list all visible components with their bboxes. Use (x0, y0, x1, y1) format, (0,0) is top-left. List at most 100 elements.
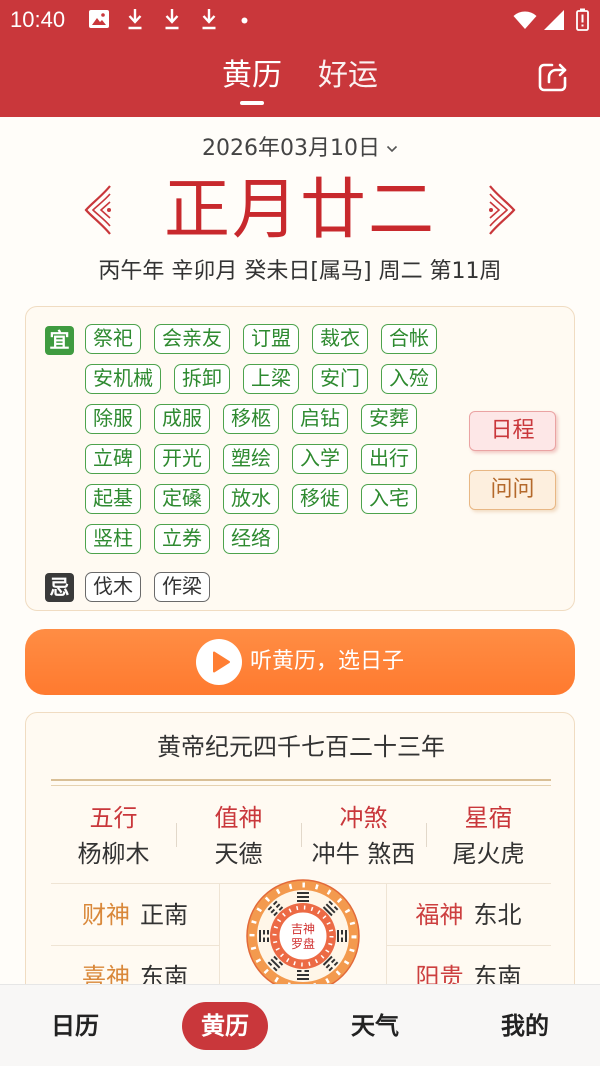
battery-icon (576, 8, 589, 31)
yi-item[interactable]: 定磉 (154, 484, 210, 514)
tab-fortune[interactable]: 好运 (318, 56, 378, 104)
listen-almanac-button[interactable]: 听黄历，选日子 (25, 629, 575, 695)
yi-item[interactable]: 立碑 (85, 444, 141, 474)
attr-value: 杨柳木 (77, 840, 150, 868)
yi-item[interactable]: 出行 (361, 444, 417, 474)
download-icon (165, 9, 179, 30)
listen-almanac-label: 听黄历，选日子 (249, 649, 404, 674)
yi-row: 除服 成服 移柩 启钻 安葬 (85, 404, 437, 434)
yi-item[interactable]: 立券 (154, 524, 210, 554)
yi-row: 起基 定磉 放水 移徙 入宅 (85, 484, 437, 514)
play-icon (195, 639, 242, 685)
compass-title-line1: 吉神 (291, 922, 315, 936)
dot-icon (241, 17, 248, 24)
yi-row: 立碑 开光 塑绘 入学 出行 (85, 444, 437, 474)
god-wealth[interactable]: 财神 正南 (51, 884, 219, 945)
nav-calendar[interactable]: 日历 (0, 985, 150, 1066)
yi-ji-card: 宜 祭祀 会亲友 订盟 裁衣 合帐 安机械 拆卸 上梁 安门 入殓 除服 成服 … (25, 306, 575, 611)
schedule-button[interactable]: 日程 (469, 411, 556, 451)
active-tab-indicator (240, 101, 264, 105)
image-icon (89, 10, 109, 28)
god-direction: 正南 (140, 900, 188, 929)
yi-item[interactable]: 拆卸 (174, 364, 230, 394)
yi-item[interactable]: 启钻 (292, 404, 348, 434)
app-header: 10:40 黄历 好运 (0, 0, 600, 117)
yi-item[interactable]: 入殓 (381, 364, 437, 394)
yi-row: 安机械 拆卸 上梁 安门 入殓 (85, 364, 437, 394)
ji-list: 伐木 作梁 (85, 572, 210, 602)
yi-item[interactable]: 除服 (85, 404, 141, 434)
nav-weather-label: 天气 (351, 1011, 399, 1040)
yi-item[interactable]: 放水 (223, 484, 279, 514)
attr-label: 值神 (214, 804, 263, 832)
yi-item[interactable]: 安葬 (361, 404, 417, 434)
era-title: 黄帝纪元四千七百二十三年 (157, 733, 445, 761)
yi-item[interactable]: 移柩 (223, 404, 279, 434)
attr-value: 天德 (214, 840, 263, 868)
yi-item[interactable]: 会亲友 (154, 324, 230, 354)
yi-row: 竖柱 立券 经络 (85, 524, 437, 554)
yi-item[interactable]: 订盟 (243, 324, 299, 354)
yi-item[interactable]: 塑绘 (223, 444, 279, 474)
yi-item[interactable]: 起基 (85, 484, 141, 514)
attr-label: 星宿 (464, 804, 513, 832)
god-direction: 东北 (473, 900, 522, 929)
yi-item[interactable]: 祭祀 (85, 324, 141, 354)
selected-date: 2026年03月10日 (202, 136, 380, 161)
attr-value: 尾火虎 (452, 840, 525, 868)
yi-item[interactable]: 安机械 (85, 364, 161, 394)
header-tabs: 黄历 好运 (0, 56, 600, 105)
signal-icon (544, 10, 564, 30)
divider (51, 779, 551, 781)
chevron-down-icon (386, 145, 398, 153)
share-icon[interactable] (537, 61, 569, 93)
yi-badge: 宜 (45, 326, 74, 355)
attr-duty-god[interactable]: 值神 天德 (176, 803, 301, 869)
attr-five-elements[interactable]: 五行 杨柳木 (51, 803, 176, 869)
compass-icon[interactable]: 吉神 罗盘 (246, 879, 360, 993)
compass-title-line2: 罗盘 (291, 936, 315, 951)
nav-almanac-label: 黄历 (182, 1001, 268, 1050)
attr-clash[interactable]: 冲煞 冲牛 煞西 (301, 803, 426, 869)
yi-row: 祭祀 会亲友 订盟 裁衣 合帐 (85, 324, 437, 354)
yi-item[interactable]: 开光 (154, 444, 210, 474)
status-time: 10:40 (10, 7, 66, 32)
nav-mine-label: 我的 (501, 1011, 549, 1040)
nav-weather[interactable]: 天气 (300, 985, 450, 1066)
ji-item[interactable]: 作梁 (154, 572, 210, 602)
tab-fortune-label: 好运 (318, 58, 378, 93)
yi-item[interactable]: 入宅 (361, 484, 417, 514)
attr-label: 冲煞 (339, 804, 388, 832)
nav-almanac[interactable]: 黄历 (150, 985, 300, 1066)
yi-item[interactable]: 移徙 (292, 484, 348, 514)
attr-value: 冲牛 煞西 (311, 840, 416, 868)
god-label: 财神 (82, 900, 130, 929)
god-label: 福神 (415, 900, 464, 929)
yi-item[interactable]: 入学 (292, 444, 348, 474)
ornament-right-icon (489, 185, 516, 235)
download-icon (128, 9, 142, 30)
yi-item[interactable]: 上梁 (243, 364, 299, 394)
yi-list: 祭祀 会亲友 订盟 裁衣 合帐 安机械 拆卸 上梁 安门 入殓 除服 成服 移柩… (85, 324, 437, 554)
yi-item[interactable]: 经络 (223, 524, 279, 554)
yi-item[interactable]: 安门 (312, 364, 368, 394)
attr-label: 五行 (89, 804, 138, 832)
ask-button[interactable]: 问问 (469, 470, 556, 510)
tab-almanac-label: 黄历 (222, 58, 282, 93)
attr-constellation[interactable]: 星宿 尾火虎 (426, 803, 551, 869)
yi-item[interactable]: 成服 (154, 404, 210, 434)
download-icon (202, 9, 216, 30)
yi-item[interactable]: 裁衣 (312, 324, 368, 354)
ganzhi-details: 丙午年 辛卯月 癸未日[属马] 周二 第11周 (98, 259, 502, 284)
god-fortune[interactable]: 福神 东北 (386, 884, 551, 945)
bottom-nav: 日历 黄历 天气 我的 (0, 984, 600, 1066)
yi-item[interactable]: 合帐 (381, 324, 437, 354)
wifi-icon (513, 11, 537, 29)
nav-mine[interactable]: 我的 (450, 985, 600, 1066)
nav-calendar-label: 日历 (51, 1011, 99, 1040)
date-selector[interactable]: 2026年03月10日 (0, 134, 600, 164)
divider (51, 785, 551, 786)
tab-almanac[interactable]: 黄历 (222, 56, 282, 105)
ji-item[interactable]: 伐木 (85, 572, 141, 602)
yi-item[interactable]: 竖柱 (85, 524, 141, 554)
